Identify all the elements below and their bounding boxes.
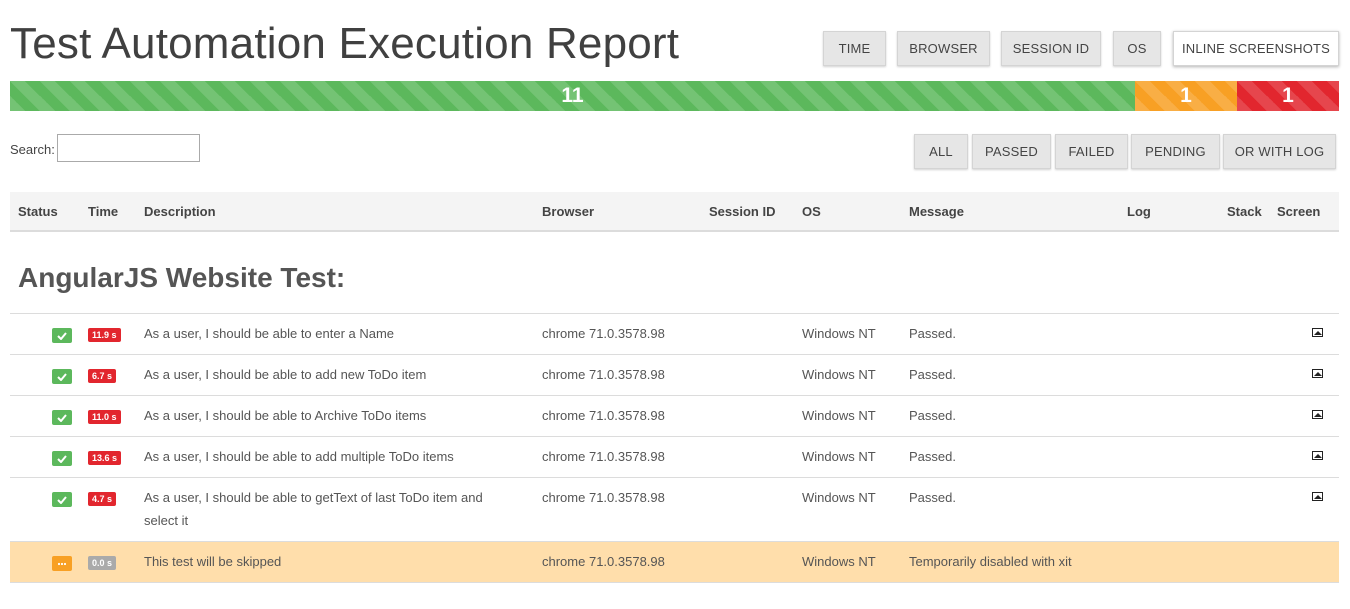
pending-count-segment: 1 [1135, 81, 1237, 111]
filter-pending-button[interactable]: PENDING [1131, 134, 1220, 169]
toggle-os-button[interactable]: OS [1113, 31, 1161, 66]
passed-check-icon [52, 451, 72, 466]
pending-dots-icon [52, 556, 72, 571]
column-description[interactable]: Description [144, 204, 216, 219]
table-row: 13.6 s As a user, I should be able to ad… [10, 436, 1339, 477]
row-os: Windows NT [802, 490, 876, 505]
row-os: Windows NT [802, 326, 876, 341]
failed-count-segment: 1 [1237, 81, 1339, 111]
image-icon[interactable] [1312, 492, 1323, 501]
toggle-time-button[interactable]: TIME [823, 31, 886, 66]
image-icon[interactable] [1312, 451, 1323, 460]
row-os: Windows NT [802, 449, 876, 464]
column-os[interactable]: OS [802, 204, 821, 219]
column-screen[interactable]: Screen [1277, 204, 1320, 219]
page-title: Test Automation Execution Report [10, 19, 680, 68]
column-status[interactable]: Status [18, 204, 58, 219]
table-row: 11.9 s As a user, I should be able to en… [10, 313, 1339, 354]
row-browser: chrome 71.0.3578.98 [542, 490, 665, 505]
row-message: Temporarily disabled with xit [909, 554, 1072, 569]
column-log[interactable]: Log [1127, 204, 1151, 219]
row-description: As a user, I should be able to getText o… [144, 490, 483, 528]
row-description: This test will be skipped [144, 554, 282, 569]
table-row: 11.0 s As a user, I should be able to Ar… [10, 395, 1339, 436]
row-message: Passed. [909, 449, 956, 464]
table-bottom-border [10, 582, 1339, 583]
column-stack[interactable]: Stack [1227, 204, 1262, 219]
toggle-browser-button[interactable]: BROWSER [897, 31, 990, 66]
image-icon[interactable] [1312, 369, 1323, 378]
suite-title: AngularJS Website Test: [18, 262, 346, 293]
row-browser: chrome 71.0.3578.98 [542, 408, 665, 423]
column-session-id[interactable]: Session ID [709, 204, 775, 219]
filter-or-with-log-button[interactable]: OR WITH LOG [1223, 134, 1336, 169]
passed-check-icon [52, 369, 72, 384]
row-description: As a user, I should be able to Archive T… [144, 408, 427, 423]
row-os: Windows NT [802, 408, 876, 423]
row-description: As a user, I should be able to add multi… [144, 449, 454, 464]
row-browser: chrome 71.0.3578.98 [542, 449, 665, 464]
search-input[interactable] [57, 134, 200, 162]
row-message: Passed. [909, 326, 956, 341]
table-row: 6.7 s As a user, I should be able to add… [10, 354, 1339, 395]
summary-progress-bar: 11 1 1 [10, 81, 1339, 111]
row-message: Passed. [909, 490, 956, 505]
toggle-session-id-button[interactable]: SESSION ID [1001, 31, 1101, 66]
row-browser: chrome 71.0.3578.98 [542, 554, 665, 569]
time-badge: 4.7 s [88, 492, 117, 506]
row-message: Passed. [909, 367, 956, 382]
column-time[interactable]: Time [88, 204, 118, 219]
filter-all-button[interactable]: ALL [914, 134, 968, 169]
column-browser[interactable]: Browser [542, 204, 594, 219]
time-badge: 11.9 s [88, 328, 121, 342]
table-header: Status Time Description Browser Session … [10, 192, 1339, 232]
passed-check-icon [52, 328, 72, 343]
time-badge: 11.0 s [88, 410, 121, 424]
passed-check-icon [52, 492, 72, 507]
row-browser: chrome 71.0.3578.98 [542, 367, 665, 382]
filter-failed-button[interactable]: FAILED [1055, 134, 1128, 169]
passed-count-segment: 11 [10, 81, 1135, 111]
row-os: Windows NT [802, 367, 876, 382]
toggle-inline-screenshots-button[interactable]: INLINE SCREENSHOTS [1173, 31, 1339, 66]
filter-passed-button[interactable]: PASSED [972, 134, 1051, 169]
row-description: As a user, I should be able to add new T… [144, 367, 427, 382]
table-row: 4.7 s As a user, I should be able to get… [10, 477, 1339, 541]
table-row: 0.0 s This test will be skipped chrome 7… [10, 541, 1339, 582]
image-icon[interactable] [1312, 328, 1323, 337]
time-badge: 0.0 s [88, 556, 117, 570]
image-icon[interactable] [1312, 410, 1323, 419]
row-message: Passed. [909, 408, 956, 423]
row-browser: chrome 71.0.3578.98 [542, 326, 665, 341]
time-badge: 6.7 s [88, 369, 117, 383]
passed-check-icon [52, 410, 72, 425]
row-description: As a user, I should be able to enter a N… [144, 326, 395, 341]
row-os: Windows NT [802, 554, 876, 569]
search-label: Search: [10, 142, 55, 157]
column-message[interactable]: Message [909, 204, 964, 219]
time-badge: 13.6 s [88, 451, 122, 465]
